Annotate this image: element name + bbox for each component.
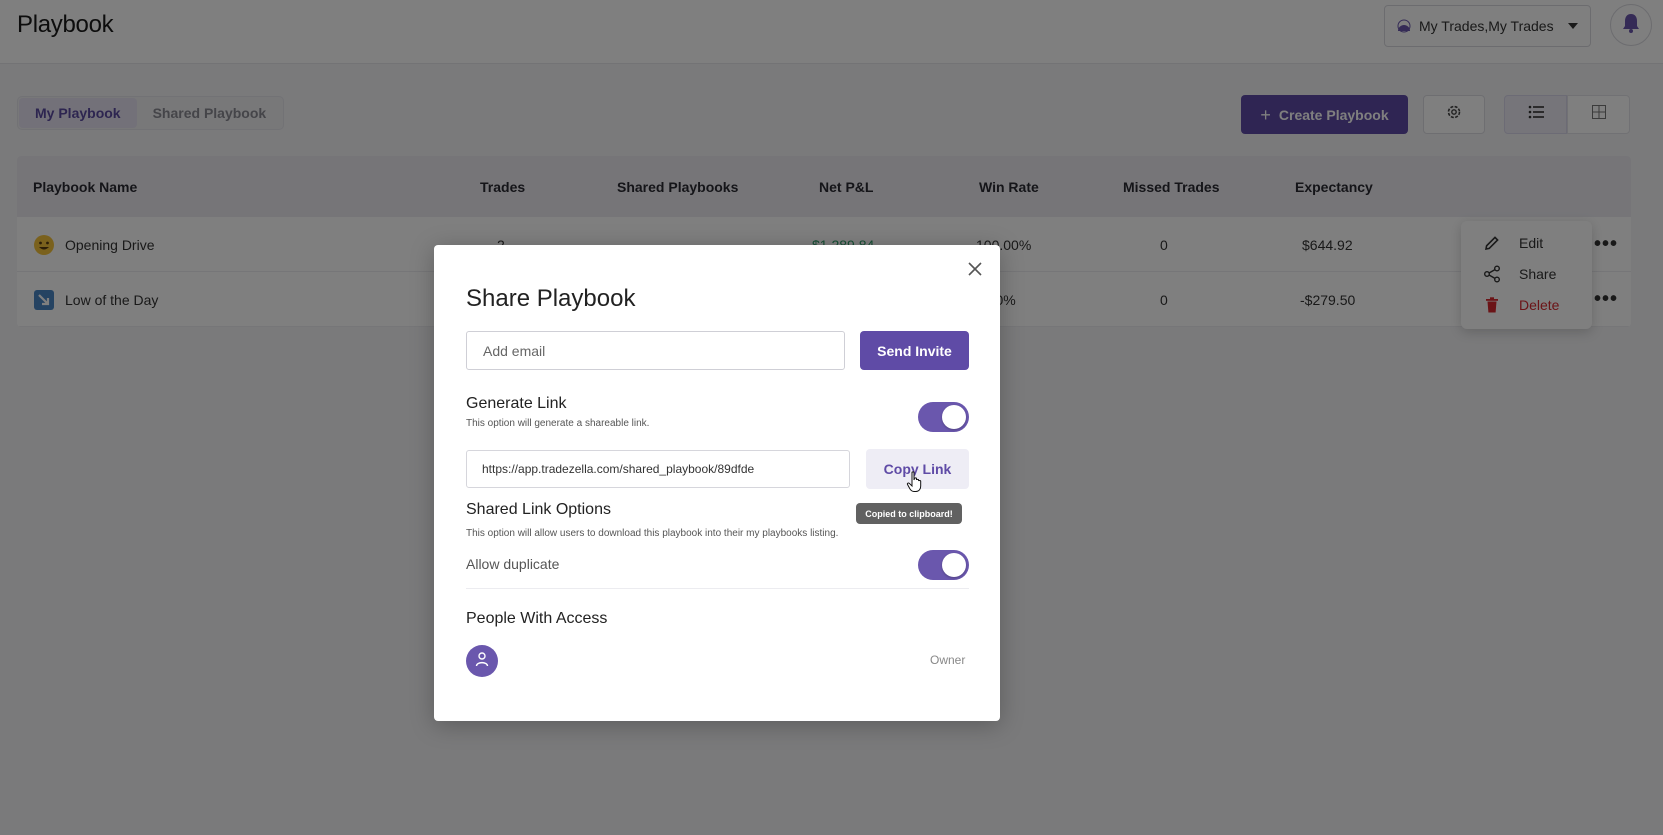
share-link-field[interactable]: https://app.tradezella.com/shared_playbo… [466,450,850,488]
owner-role-label: Owner [930,653,966,667]
generate-link-title: Generate Link [466,395,567,412]
divider [466,588,969,589]
toggle-knob [942,405,966,429]
copied-tooltip: Copied to clipboard! [856,503,962,524]
generate-link-toggle[interactable] [918,402,969,432]
modal-title: Share Playbook [466,285,636,312]
user-icon [474,651,490,672]
email-field[interactable] [466,331,845,370]
hand-pointer-cursor-icon [906,471,924,493]
close-icon [967,261,983,282]
allow-duplicate-label: Allow duplicate [466,556,560,572]
generate-link-description: This option will generate a shareable li… [466,418,650,429]
share-playbook-modal: Share Playbook Send Invite Generate Link… [434,245,1000,721]
shared-link-options-description: This option will allow users to download… [466,528,839,539]
allow-duplicate-toggle[interactable] [918,550,969,580]
toggle-knob [942,553,966,577]
people-with-access-title: People With Access [466,610,608,627]
send-invite-button[interactable]: Send Invite [860,331,969,370]
close-button[interactable] [963,259,987,283]
shared-link-options-title: Shared Link Options [466,501,611,518]
avatar [466,645,498,677]
